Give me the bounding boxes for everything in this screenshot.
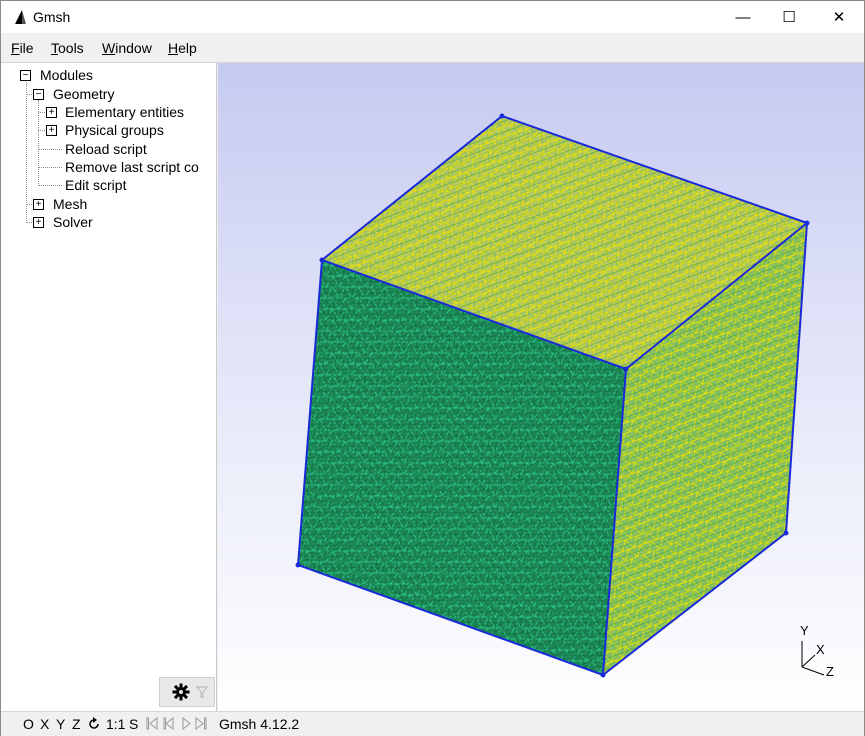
tree-item-solver[interactable]: Solver	[53, 213, 93, 231]
view-x-button[interactable]: X	[40, 716, 49, 732]
next-step-icon[interactable]	[195, 717, 207, 730]
cube-mesh-render[interactable]	[218, 63, 864, 711]
mesh-expand-toggle[interactable]: +	[33, 199, 44, 210]
menu-help[interactable]: Help	[168, 40, 197, 56]
view-y-button[interactable]: Y	[56, 716, 65, 732]
tree-item-elementary-entities[interactable]: Elementary entities	[65, 103, 184, 121]
tree-item-modules[interactable]: Modules	[40, 66, 93, 84]
physical-groups-expand-toggle[interactable]: +	[46, 125, 57, 136]
maximize-icon: ☐	[782, 9, 796, 26]
options-panel	[159, 677, 215, 707]
filter-icon[interactable]	[196, 686, 208, 698]
graphics-viewport[interactable]: Y X Z	[218, 63, 864, 711]
minimize-button[interactable]: —	[720, 1, 766, 33]
gmsh-logo-icon	[15, 10, 26, 24]
tree-item-physical-groups[interactable]: Physical groups	[65, 121, 164, 139]
close-icon: ✕	[832, 9, 846, 26]
rotate-icon[interactable]	[87, 717, 101, 731]
menu-window[interactable]: Window	[102, 40, 152, 56]
geometry-collapse-toggle[interactable]: −	[33, 89, 44, 100]
status-message: Gmsh 4.12.2	[219, 716, 300, 732]
modules-collapse-toggle[interactable]: −	[20, 70, 31, 81]
status-bar: O X Y Z 1:1 S Gmsh 4.12.2	[1, 711, 864, 736]
tree-item-geometry[interactable]: Geometry	[53, 85, 114, 103]
menu-bar: File Tools Window Help	[1, 34, 864, 63]
window-title: Gmsh	[33, 9, 71, 25]
gmsh-window: Gmsh — ☐ ✕ File Tools Window Help − Modu…	[0, 0, 865, 736]
axis-y-label: Y	[800, 623, 809, 638]
maximize-button[interactable]: ☐	[766, 1, 812, 33]
gear-icon[interactable]	[172, 683, 190, 701]
elementary-entities-expand-toggle[interactable]: +	[46, 107, 57, 118]
axis-z-label: Z	[826, 664, 834, 679]
first-step-icon[interactable]	[146, 717, 158, 730]
scale-one-to-one-button[interactable]: 1:1	[106, 716, 125, 732]
tree-item-reload-script[interactable]: Reload script	[65, 140, 147, 158]
solver-expand-toggle[interactable]: +	[33, 217, 44, 228]
minimize-icon: —	[735, 8, 751, 26]
tree-item-mesh[interactable]: Mesh	[53, 195, 87, 213]
tree-item-edit-script[interactable]: Edit script	[65, 176, 126, 194]
title-bar: Gmsh — ☐ ✕	[1, 1, 864, 33]
module-tree: − Modules − Geometry + Elementary entiti…	[1, 63, 217, 711]
axis-triad: Y X Z	[800, 623, 834, 679]
menu-file[interactable]: File	[11, 40, 34, 56]
close-button[interactable]: ✕	[816, 1, 862, 33]
previous-step-icon[interactable]	[163, 717, 175, 730]
view-origin-button[interactable]: O	[23, 716, 34, 732]
tree-item-remove-last-script-command[interactable]: Remove last script co	[65, 158, 199, 176]
view-z-button[interactable]: Z	[72, 716, 81, 732]
menu-tools[interactable]: Tools	[51, 40, 84, 56]
play-icon[interactable]	[181, 717, 191, 730]
axis-x-label: X	[816, 642, 825, 657]
snapshot-s-button[interactable]: S	[129, 716, 138, 732]
